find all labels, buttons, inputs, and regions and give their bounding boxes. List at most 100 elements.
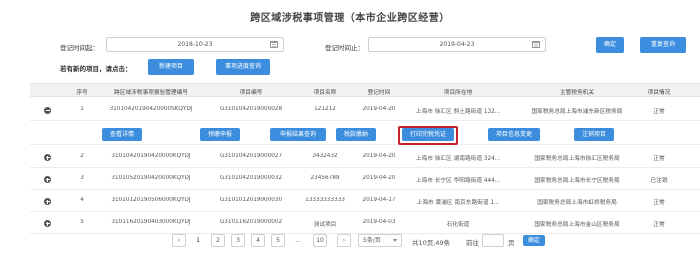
row-no: 1 — [80, 106, 84, 112]
end-date-value: 2019-04-23 — [439, 41, 475, 48]
goto-page-input[interactable] — [482, 234, 504, 247]
row-project-no: G3101042019000028 — [219, 106, 283, 112]
table-row[interactable]: 4 31010120190506000KQYDJ G31010120190000… — [30, 190, 700, 212]
confirm-button[interactable]: 确定 — [596, 37, 624, 53]
row-location: 石化街道 — [446, 222, 470, 228]
row-status: 正常 — [653, 156, 665, 162]
expand-icon[interactable] — [44, 198, 51, 205]
new-project-button[interactable]: 新建项目 — [148, 59, 194, 75]
end-date-input[interactable]: 2019-04-23 — [368, 37, 546, 52]
page-5[interactable]: 5 — [271, 234, 285, 247]
table-header: 序号 跨区域涉税事项报验管理编号 项目编号 项目名称 登记时间 项目所在地 主管… — [30, 83, 700, 97]
declaration-result-button[interactable]: 申报结果查询 — [270, 128, 326, 141]
progress-query-button[interactable]: 事项进度查询 — [216, 59, 270, 75]
expand-icon[interactable] — [44, 154, 51, 161]
table-row[interactable]: 2 31010420190420000KQYDJ G31010420190000… — [30, 146, 700, 168]
goto-label: 前往 — [466, 239, 479, 247]
view-details-button[interactable]: 查看详情 — [102, 128, 142, 141]
row-status: 已注销 — [650, 178, 668, 184]
table-row[interactable]: 3 31010520190420000KQYDJ G31010420190000… — [30, 168, 700, 190]
row-project-no: G3101162019000002 — [219, 219, 283, 225]
row-actions: 查看详情 预缴申报 申报结果查询 税款缴纳 打印完税凭证 项目信息变更 注销项目 — [30, 125, 700, 145]
row-authority: 国家税务总局上海市浦东新区税务局 — [531, 109, 623, 115]
row-code: 31011620190403000KQYDJ — [111, 219, 191, 225]
expand-icon[interactable] — [44, 176, 51, 183]
start-date-value: 2018-10-23 — [177, 41, 213, 48]
row-date: 2019-04-20 — [362, 175, 396, 181]
row-location: 上海市 长宁区 华阳路街道 444... — [415, 178, 501, 184]
page-4[interactable]: 4 — [251, 234, 265, 247]
expand-icon[interactable] — [44, 220, 51, 227]
row-no: 4 — [80, 197, 84, 203]
row-code: 31010420190420000KQYDJ — [111, 153, 191, 159]
row-date: 2019-04-20 — [362, 106, 396, 112]
row-project-no: G3101042019000027 — [219, 153, 283, 159]
page-ellipsis: ... — [291, 234, 305, 247]
total-count: 共10页,49条 — [412, 239, 451, 247]
new-item-label: 若有新的项目，请点击： — [60, 65, 132, 73]
row-project-no: G3101042019000032 — [219, 175, 283, 181]
per-page-value: 5条/页 — [363, 237, 381, 244]
end-date-label: 登记时间止： — [325, 44, 364, 52]
row-date: 2019-04-20 — [362, 153, 396, 159]
per-page-select[interactable]: 5条/页 — [358, 234, 402, 247]
calendar-icon[interactable] — [532, 41, 540, 48]
prev-page-button[interactable]: ‹ — [172, 234, 186, 247]
tax-payment-button[interactable]: 税款缴纳 — [336, 128, 376, 141]
reset-query-button[interactable]: 重复查询 — [640, 37, 686, 53]
page-3[interactable]: 3 — [231, 234, 245, 247]
row-code: 31010420190420000SKQYDJ — [109, 106, 193, 112]
start-date-input[interactable]: 2018-10-23 — [106, 37, 284, 52]
row-location: 上海市 徐汇区 斜土路街道 132... — [415, 109, 501, 115]
header-location: 项目所在地 — [443, 90, 473, 96]
table-row[interactable]: 5 31011620190403000KQYDJ G31011620190000… — [30, 212, 700, 234]
header-name: 项目名称 — [313, 90, 337, 96]
collapse-icon[interactable] — [44, 107, 51, 114]
page-title: 跨区域涉税事项管理（本市企业跨区经营） — [250, 13, 450, 24]
row-no: 3 — [80, 175, 84, 181]
header-code: 跨区域涉税事项报验管理编号 — [114, 90, 188, 96]
row-date: 2019-04-17 — [362, 197, 396, 203]
header-project-no: 项目编号 — [239, 90, 263, 96]
row-name: 121212 — [314, 106, 336, 112]
header-date: 登记时间 — [367, 90, 391, 96]
row-location: 上海市 徐汇区 湖南路街道 324... — [415, 156, 501, 162]
row-authority: 国家税务总局上海市金山区税务局 — [534, 222, 620, 228]
row-name: 23456789 — [310, 175, 340, 181]
page-10[interactable]: 10 — [313, 234, 327, 247]
cancel-project-button[interactable]: 注销项目 — [574, 128, 614, 141]
row-code: 31010120190506000KQYDJ — [111, 197, 191, 203]
chevron-right-icon: › — [342, 237, 346, 244]
row-name: 测试项目 — [313, 222, 337, 228]
row-authority: 国家税务总局上海市长宁区税务局 — [534, 178, 620, 184]
row-status: 正常 — [653, 222, 665, 228]
row-project-no: G3101012019000030 — [219, 197, 283, 203]
next-page-button[interactable]: › — [337, 234, 351, 247]
calendar-icon[interactable] — [270, 41, 278, 48]
highlight-box — [398, 126, 458, 145]
table-row[interactable]: 1 31010420190420000SKQYDJ G3101042019000… — [30, 99, 700, 121]
row-code: 31010520190420000KQYDJ — [111, 175, 191, 181]
prepay-declaration-button[interactable]: 预缴申报 — [200, 128, 240, 141]
row-authority: 国家税务总局上海市徐汇区税务局 — [534, 156, 620, 162]
row-no: 5 — [80, 219, 84, 225]
project-change-button[interactable]: 项目信息变更 — [488, 128, 540, 141]
start-date-label: 登记时间起： — [60, 44, 99, 52]
row-location: 上海市 黄浦区 南京东路街道 1... — [416, 200, 500, 206]
page-1[interactable]: 1 — [191, 234, 205, 247]
row-authority: 国家税务总局上海市虹桥税务局 — [537, 200, 617, 206]
row-date: 2019-04-03 — [362, 219, 396, 225]
header-no: 序号 — [76, 90, 88, 96]
goto-confirm-button[interactable]: 确定 — [523, 235, 545, 246]
row-status: 正常 — [653, 200, 665, 206]
header-status: 项目情况 — [647, 90, 671, 96]
page-2[interactable]: 2 — [211, 234, 225, 247]
row-name: 13333333333 — [305, 197, 345, 203]
header-authority: 主管税务机关 — [559, 90, 595, 96]
row-status: 正常 — [653, 109, 665, 115]
chevron-down-icon — [393, 239, 397, 242]
row-name: 3432432 — [312, 153, 338, 159]
page-suffix: 页 — [508, 239, 515, 247]
row-no: 2 — [80, 153, 84, 159]
chevron-left-icon: ‹ — [177, 237, 181, 244]
